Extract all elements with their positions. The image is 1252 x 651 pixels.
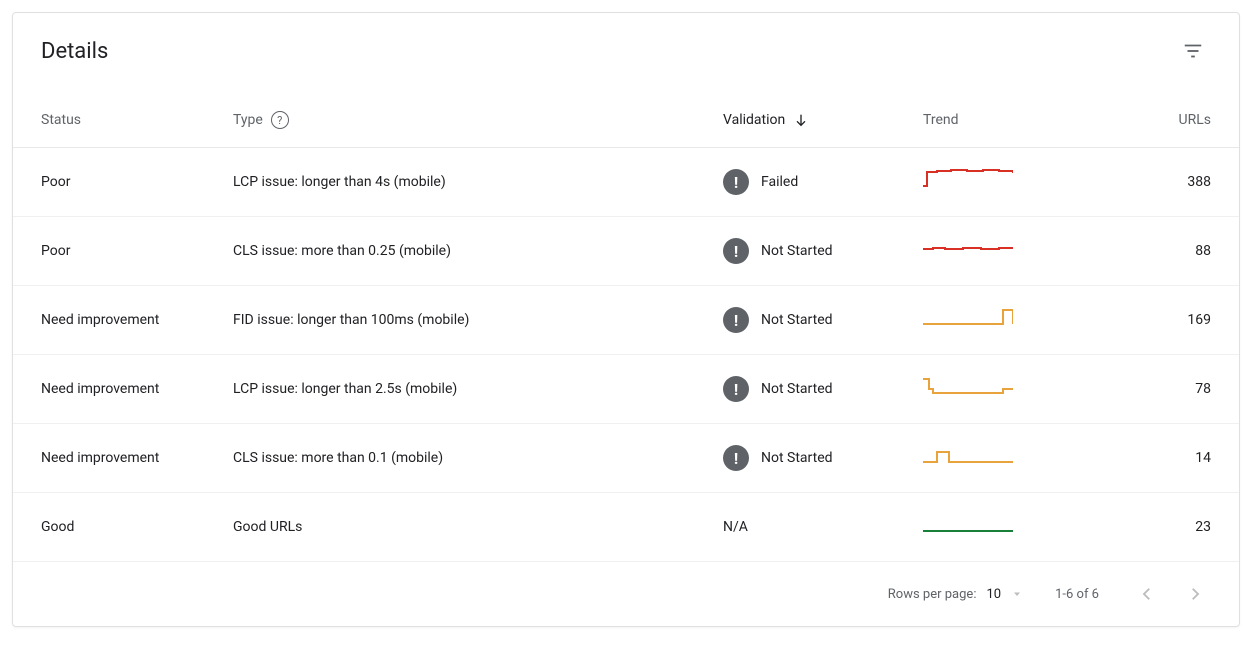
alert-icon: ! — [723, 376, 749, 402]
validation-cell: ! Failed — [713, 148, 913, 217]
sort-down-icon — [793, 112, 809, 128]
table-row[interactable]: Need improvementLCP issue: longer than 2… — [13, 355, 1239, 424]
urls-cell: 388 — [1073, 148, 1239, 217]
status-cell: Need improvement — [13, 424, 223, 493]
rows-per-page-label: Rows per page: — [888, 587, 977, 602]
next-page-button[interactable] — [1179, 578, 1211, 610]
table-row[interactable]: PoorLCP issue: longer than 4s (mobile)! F… — [13, 148, 1239, 217]
trend-cell — [913, 355, 1073, 424]
table-header-row: Status Type ? Validation — [13, 93, 1239, 148]
type-cell: LCP issue: longer than 2.5s (mobile) — [223, 355, 713, 424]
dropdown-icon — [1011, 588, 1023, 600]
validation-cell: N/A — [713, 493, 913, 562]
validation-text: Not Started — [761, 312, 833, 328]
validation-text: Not Started — [761, 381, 833, 397]
page-range: 1-6 of 6 — [1055, 587, 1099, 602]
sparkline-icon — [923, 237, 1013, 261]
column-type[interactable]: Type ? — [223, 93, 713, 148]
trend-cell — [913, 286, 1073, 355]
details-card: Details Status Type ? Vali — [12, 12, 1240, 627]
alert-icon: ! — [723, 238, 749, 264]
sparkline-icon — [923, 375, 1013, 399]
table-row[interactable]: Need improvementFID issue: longer than 1… — [13, 286, 1239, 355]
status-cell: Poor — [13, 148, 223, 217]
validation-cell: ! Not Started — [713, 355, 913, 424]
urls-cell: 14 — [1073, 424, 1239, 493]
type-cell: LCP issue: longer than 4s (mobile) — [223, 148, 713, 217]
validation-text: Not Started — [761, 450, 833, 466]
chevron-left-icon — [1138, 585, 1156, 603]
status-cell: Good — [13, 493, 223, 562]
trend-cell — [913, 217, 1073, 286]
table-row[interactable]: GoodGood URLsN/A 23 — [13, 493, 1239, 562]
status-cell: Need improvement — [13, 355, 223, 424]
sparkline-icon — [923, 513, 1013, 537]
column-type-label: Type — [233, 112, 263, 128]
validation-text: Failed — [761, 174, 798, 190]
column-status[interactable]: Status — [13, 93, 223, 148]
prev-page-button[interactable] — [1131, 578, 1163, 610]
filter-icon — [1182, 40, 1204, 62]
validation-text: Not Started — [761, 243, 833, 259]
type-cell: FID issue: longer than 100ms (mobile) — [223, 286, 713, 355]
sparkline-icon — [923, 444, 1013, 468]
sparkline-icon — [923, 168, 1013, 192]
type-cell: Good URLs — [223, 493, 713, 562]
urls-cell: 78 — [1073, 355, 1239, 424]
details-table: Status Type ? Validation — [13, 93, 1239, 562]
validation-cell: ! Not Started — [713, 217, 913, 286]
status-cell: Poor — [13, 217, 223, 286]
trend-cell — [913, 148, 1073, 217]
card-header: Details — [13, 13, 1239, 69]
urls-cell: 88 — [1073, 217, 1239, 286]
validation-cell: ! Not Started — [713, 286, 913, 355]
table-row[interactable]: Need improvementCLS issue: more than 0.1… — [13, 424, 1239, 493]
column-validation-label: Validation — [723, 112, 785, 128]
urls-cell: 169 — [1073, 286, 1239, 355]
alert-icon: ! — [723, 169, 749, 195]
filter-button[interactable] — [1175, 33, 1211, 69]
column-validation[interactable]: Validation — [713, 93, 913, 148]
sparkline-icon — [923, 306, 1013, 330]
urls-cell: 23 — [1073, 493, 1239, 562]
type-cell: CLS issue: more than 0.25 (mobile) — [223, 217, 713, 286]
rows-per-page-value: 10 — [986, 587, 1001, 602]
table-row[interactable]: PoorCLS issue: more than 0.25 (mobile)! N… — [13, 217, 1239, 286]
help-icon[interactable]: ? — [271, 111, 289, 129]
card-title: Details — [41, 39, 108, 64]
chevron-right-icon — [1186, 585, 1204, 603]
column-trend[interactable]: Trend — [913, 93, 1073, 148]
table-footer: Rows per page: 10 1-6 of 6 — [13, 562, 1239, 626]
type-cell: CLS issue: more than 0.1 (mobile) — [223, 424, 713, 493]
alert-icon: ! — [723, 445, 749, 471]
rows-per-page[interactable]: Rows per page: 10 — [888, 587, 1023, 602]
trend-cell — [913, 424, 1073, 493]
validation-cell: ! Not Started — [713, 424, 913, 493]
status-cell: Need improvement — [13, 286, 223, 355]
column-urls[interactable]: URLs — [1073, 93, 1239, 148]
trend-cell — [913, 493, 1073, 562]
alert-icon: ! — [723, 307, 749, 333]
